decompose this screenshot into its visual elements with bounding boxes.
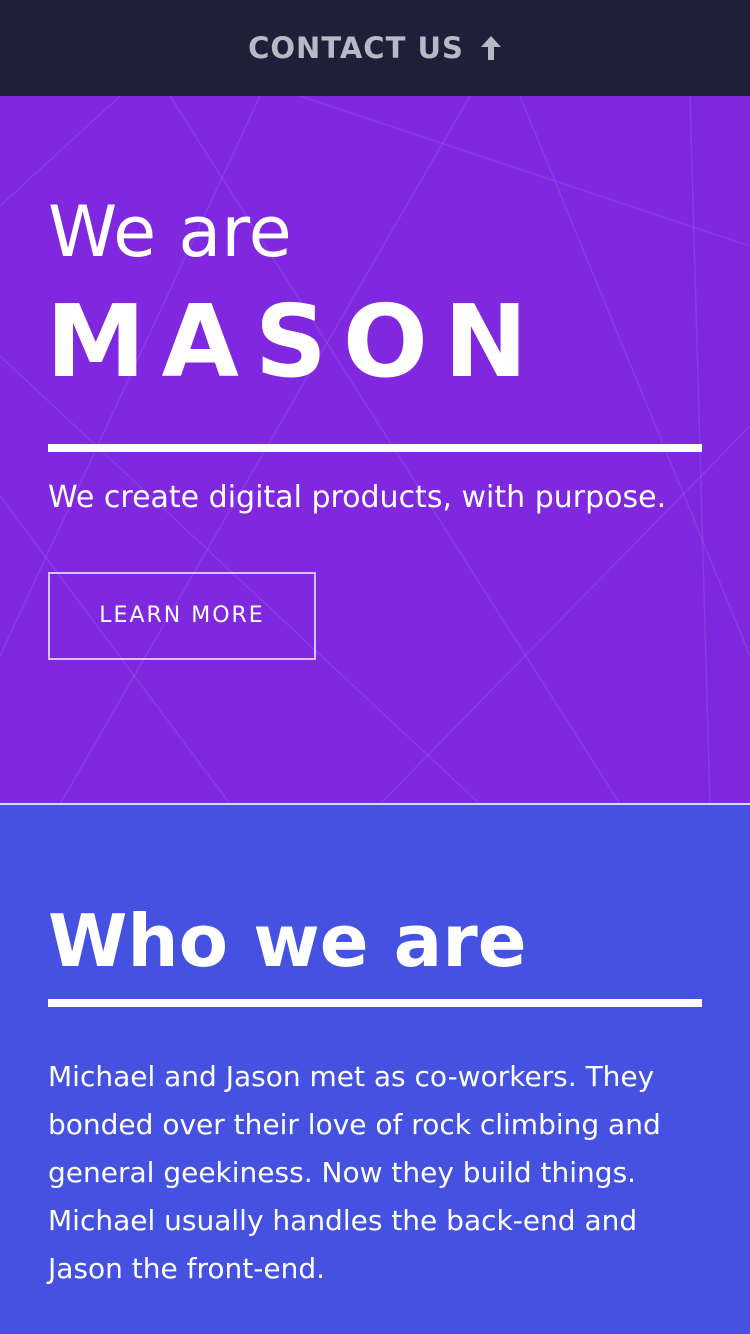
about-section: Who we are Michael and Jason met as co-w…	[0, 805, 750, 1334]
learn-more-button[interactable]: LEARN MORE	[48, 572, 316, 660]
hero-divider	[48, 444, 702, 452]
contact-us-label: CONTACT US	[248, 31, 464, 65]
hero-intro: We are	[48, 191, 292, 273]
hero-tagline: We create digital products, with purpose…	[48, 480, 667, 515]
about-body: Michael and Jason met as co-workers. The…	[48, 1060, 661, 1285]
about-title: Who we are	[48, 899, 527, 983]
about-divider	[48, 999, 702, 1007]
contact-us-bar[interactable]: CONTACT US	[0, 0, 750, 96]
arrow-up-icon	[480, 35, 502, 61]
brand-title: MASON	[46, 283, 544, 400]
hero-section: We are MASON We create digital products,…	[0, 96, 750, 804]
